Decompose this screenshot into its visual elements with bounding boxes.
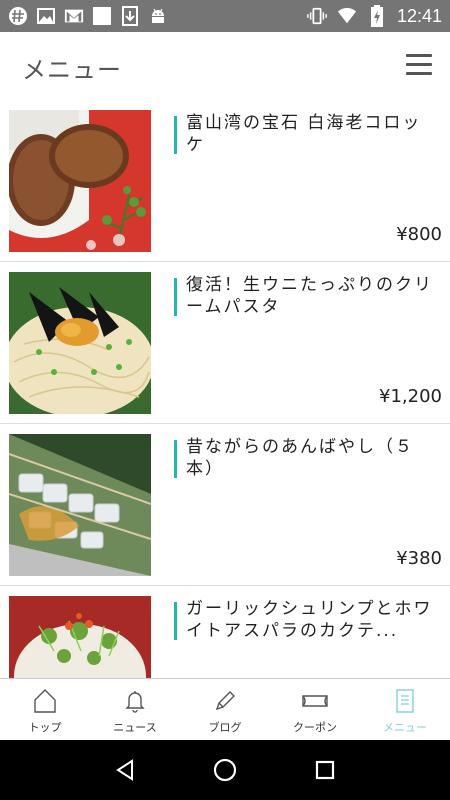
menu-item-anbayashi[interactable]: 昔ながらのあんばやし（５本） ¥380 (0, 424, 450, 586)
tab-label: クーポン (293, 721, 337, 734)
tab-top[interactable]: トップ (0, 679, 90, 740)
vibrate-icon (307, 6, 327, 26)
menu-item-uni-pasta[interactable]: 復活！生ウニたっぷりのクリームパスタ ¥1,200 (0, 262, 450, 424)
uni-pasta-photo (9, 272, 151, 414)
tab-news[interactable]: ニュース (90, 679, 180, 740)
item-price: ¥380 (396, 548, 442, 569)
croquette-photo (9, 110, 151, 252)
blank-square-icon (92, 6, 112, 26)
menu-item-croquette[interactable]: 富山湾の宝石 白海老コロッケ ¥800 (0, 100, 450, 262)
notification-icons (8, 6, 168, 26)
hamburger-icon[interactable] (406, 54, 432, 76)
download-icon (120, 6, 140, 26)
anbayashi-photo (9, 434, 151, 576)
status-bar: 12:41 (0, 0, 450, 32)
menu-item-garlic-shrimp[interactable]: ガーリックシュリンプとホワイトアスパラのカクテ... (0, 586, 450, 678)
bell-icon (125, 691, 145, 713)
ticket-icon (302, 695, 328, 707)
image-icon (36, 6, 56, 26)
document-icon (396, 689, 414, 713)
wifi-icon (337, 6, 357, 26)
back-icon[interactable] (105, 750, 145, 790)
app-header: メニュー (0, 32, 450, 100)
pencil-icon (215, 691, 235, 711)
tab-menu[interactable]: メニュー (360, 679, 450, 740)
item-price: ¥800 (396, 224, 442, 245)
system-nav-bar (0, 740, 450, 800)
clock: 12:41 (396, 5, 442, 26)
tab-label: ブログ (208, 721, 242, 734)
tab-coupon[interactable]: クーポン (270, 679, 360, 740)
item-price: ¥1,200 (379, 386, 442, 407)
item-name: ガーリックシュリンプとホワイトアスパラのカクテ... (186, 599, 433, 641)
title-accent-bar (174, 602, 177, 640)
bottom-tab-bar: トップ ニュース ブログ クーポン メニュー (0, 678, 450, 740)
item-name: 復活！生ウニたっぷりのクリームパスタ (186, 275, 433, 317)
tab-label: ニュース (113, 721, 157, 734)
menu-list: 富山湾の宝石 白海老コロッケ ¥800 復活！生ウニたっぷりのクリームパスタ ¥… (0, 100, 450, 678)
battery-charging-icon (367, 5, 387, 27)
home-button-icon[interactable] (205, 750, 245, 790)
gmail-icon (64, 6, 84, 26)
tab-label: メニュー (383, 721, 427, 734)
title-accent-bar (174, 440, 177, 478)
title-accent-bar (174, 116, 177, 154)
hashtag-icon (8, 6, 28, 26)
recents-icon[interactable] (305, 750, 345, 790)
tab-blog[interactable]: ブログ (180, 679, 270, 740)
home-icon (34, 689, 56, 713)
android-icon (148, 6, 168, 26)
title-accent-bar (174, 278, 177, 316)
item-name: 昔ながらのあんばやし（５本） (186, 437, 414, 479)
tab-label: トップ (28, 721, 62, 734)
item-name: 富山湾の宝石 白海老コロッケ (186, 113, 422, 155)
page-title: メニュー (22, 56, 122, 84)
shrimp-salad-photo (9, 596, 151, 678)
